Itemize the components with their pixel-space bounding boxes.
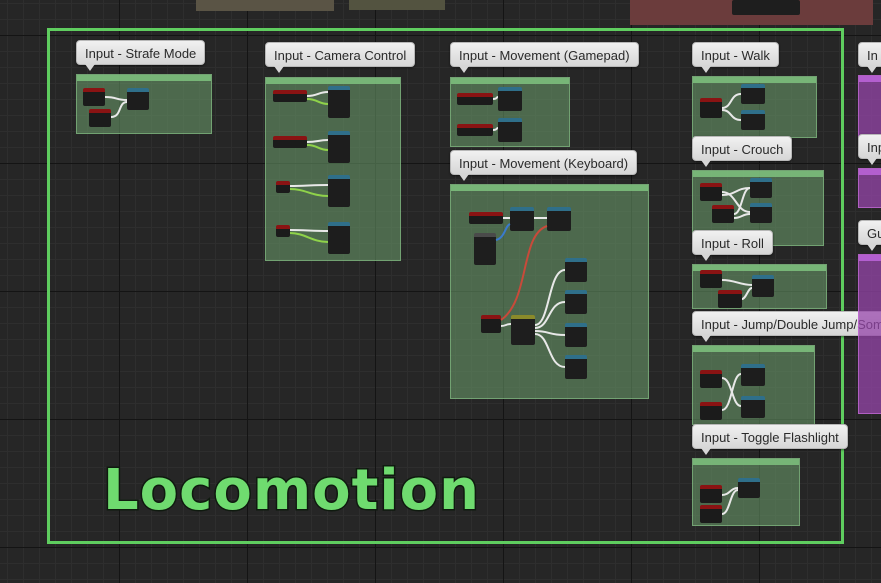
top-block-mid [349,0,445,10]
node[interactable] [481,315,501,333]
frame-title: Locomotion [102,457,481,525]
node[interactable] [89,109,111,127]
node[interactable] [276,225,290,237]
bubble-right-1[interactable]: In [858,42,881,73]
node[interactable] [741,364,765,386]
node[interactable] [565,323,587,347]
bubble-jump[interactable]: Input - Jump/Double Jump/Som [692,311,881,342]
node[interactable] [328,131,350,163]
bubble-toggle-flashlight[interactable]: Input - Toggle Flashlight [692,424,848,455]
node[interactable] [712,205,734,223]
node[interactable] [276,181,290,193]
node[interactable] [741,84,765,104]
top-node[interactable] [732,0,800,15]
node[interactable] [741,396,765,418]
comment-right-1[interactable] [858,75,881,137]
comment-right-3[interactable] [858,254,881,414]
node[interactable] [565,355,587,379]
node[interactable] [510,207,534,231]
node[interactable] [565,258,587,282]
bubble-crouch[interactable]: Input - Crouch [692,136,793,167]
node[interactable] [127,88,149,110]
node[interactable] [741,110,765,130]
top-block-left [196,0,334,11]
node[interactable] [457,93,493,105]
node[interactable] [328,222,350,254]
node[interactable] [328,86,350,118]
bubble-movement-gamepad[interactable]: Input - Movement (Gamepad) [450,42,639,73]
node[interactable] [752,275,774,297]
node[interactable] [457,124,493,136]
node[interactable] [750,203,772,223]
node[interactable] [273,136,307,148]
node[interactable] [328,175,350,207]
bubble-roll[interactable]: Input - Roll [692,230,773,261]
node[interactable] [474,233,496,265]
bubble-movement-keyboard[interactable]: Input - Movement (Keyboard) [450,150,638,181]
node[interactable] [498,118,522,142]
node[interactable] [700,270,722,288]
node[interactable] [718,290,742,308]
node[interactable] [700,370,722,388]
bubble-camera-control[interactable]: Input - Camera Control [265,42,416,73]
node[interactable] [700,183,722,201]
node[interactable] [498,87,522,111]
node[interactable] [700,505,722,523]
node[interactable] [83,88,105,106]
node[interactable] [750,178,772,198]
node[interactable] [700,402,722,420]
node[interactable] [565,290,587,314]
bubble-right-3[interactable]: Gu [858,220,881,251]
comment-right-2[interactable] [858,168,881,208]
node[interactable] [273,90,307,102]
node[interactable] [700,485,722,503]
bubble-walk[interactable]: Input - Walk [692,42,779,73]
node[interactable] [511,315,535,345]
bubble-right-2[interactable]: Inp [858,134,881,165]
node[interactable] [738,478,760,498]
bubble-strafe-mode[interactable]: Input - Strafe Mode [76,40,206,71]
node[interactable] [700,98,722,118]
node[interactable] [547,207,571,231]
node[interactable] [469,212,503,224]
